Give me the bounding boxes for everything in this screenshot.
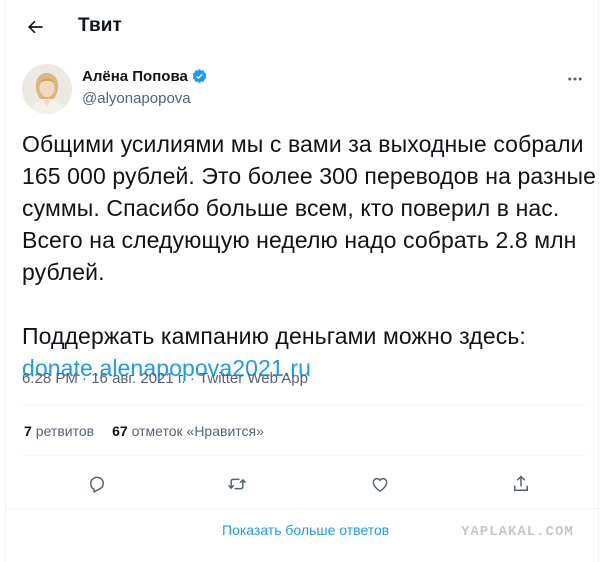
tweet-line: Общими усилиями мы с вами за выходные со… bbox=[22, 131, 584, 157]
tweet-line: 165 000 рублей. Это более 300 переводов … bbox=[22, 163, 596, 189]
profile-photo bbox=[22, 64, 72, 114]
heart-icon bbox=[372, 477, 388, 492]
tweet-meta: 6:28 PM · 16 авг. 2021 г. · Twitter Web … bbox=[22, 370, 308, 387]
show-more-replies-link[interactable]: Показать больше ответов bbox=[222, 522, 389, 538]
tweet-time[interactable]: 6:28 PM bbox=[22, 370, 78, 387]
retweets-label: ретвитов bbox=[35, 423, 95, 439]
retweet-button[interactable] bbox=[220, 467, 254, 501]
more-options-button[interactable] bbox=[558, 66, 592, 92]
like-button[interactable] bbox=[363, 467, 397, 501]
tweet-line: рублей. bbox=[22, 259, 105, 285]
author-name[interactable]: Алёна Попова bbox=[82, 68, 208, 85]
likes-stat[interactable]: 67 отметок «Нравится» bbox=[112, 423, 264, 439]
page-title: Твит bbox=[78, 15, 122, 36]
reply-icon bbox=[90, 476, 104, 493]
author-name-text: Алёна Попова bbox=[82, 68, 188, 85]
verified-badge-icon bbox=[192, 69, 207, 84]
divider bbox=[22, 455, 586, 456]
tweet-stats: 7 ретвитов 67 отметок «Нравится» bbox=[24, 423, 264, 439]
meta-separator: · bbox=[185, 370, 200, 387]
tweet-line: суммы. Спасибо больше всем, кто поверил … bbox=[22, 195, 560, 221]
retweets-stat[interactable]: 7 ретвитов bbox=[24, 423, 94, 439]
author-handle[interactable]: @alyonapopova bbox=[82, 90, 191, 107]
share-icon bbox=[514, 475, 528, 491]
reply-button[interactable] bbox=[80, 467, 114, 501]
share-button[interactable] bbox=[504, 467, 538, 501]
back-button[interactable] bbox=[18, 10, 52, 44]
arrow-left-icon bbox=[28, 20, 43, 34]
tweet-line: Всего на следующую неделю надо собрать 2… bbox=[22, 227, 577, 253]
tweet-text: Общими усилиями мы с вами за выходные со… bbox=[22, 128, 596, 384]
tweet-source[interactable]: Twitter Web App bbox=[199, 370, 308, 387]
retweets-count: 7 bbox=[24, 423, 32, 439]
avatar[interactable] bbox=[22, 64, 72, 114]
likes-count: 67 bbox=[112, 423, 128, 439]
support-line: Поддержать кампанию деньгами можно здесь… bbox=[22, 323, 526, 349]
more-horizontal-icon bbox=[568, 77, 582, 81]
divider bbox=[22, 405, 586, 406]
meta-separator: · bbox=[77, 370, 92, 387]
likes-label: отметок «Нравится» bbox=[131, 423, 264, 439]
tweet-date[interactable]: 16 авг. 2021 г. bbox=[91, 370, 185, 387]
tweet-page: Твит Алёна Попова @alyonapopova Общими у… bbox=[5, 0, 600, 562]
page-header: Твит bbox=[6, 0, 598, 53]
action-bar bbox=[6, 467, 598, 501]
divider bbox=[6, 508, 600, 509]
site-watermark: YAPLAKAL.COM bbox=[461, 524, 574, 540]
retweet-icon bbox=[227, 478, 247, 490]
